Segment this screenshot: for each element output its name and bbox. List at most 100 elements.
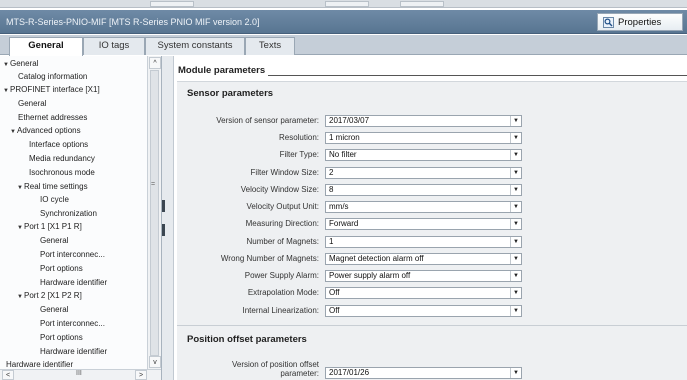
tree-horizontal-scrollbar[interactable]: < III > [0, 369, 161, 380]
tree-item-ethernet-addresses[interactable]: Ethernet addresses [18, 112, 87, 123]
field-label: Resolution: [278, 133, 319, 142]
number-of-magnets-select[interactable]: 1 ▼ [325, 236, 522, 248]
select-value: 2017/03/07 [329, 116, 370, 125]
tab-system-constants[interactable]: System constants [145, 37, 245, 55]
chevron-down-icon[interactable]: ▼ [510, 254, 521, 264]
tree-item-interface-options[interactable]: Interface options [29, 139, 88, 150]
tree-item-port2-options[interactable]: Port options [40, 332, 83, 343]
tree-item-port-1[interactable]: ▼Port 1 [X1 P1 R] [17, 221, 82, 232]
tree-item-media-redundancy[interactable]: Media redundancy [29, 153, 95, 164]
scroll-left-icon[interactable]: < [2, 370, 14, 380]
scrollbar-thumb[interactable] [150, 70, 159, 356]
splitter-handle[interactable] [162, 200, 165, 212]
field-label: Filter Type: [279, 150, 319, 159]
chevron-down-icon[interactable]: ▼ [510, 150, 521, 160]
section-title: Module parameters [178, 65, 266, 76]
resolution-select[interactable]: 1 micron ▼ [325, 132, 522, 144]
tree-item-port2-hardware-identifier[interactable]: Hardware identifier [40, 346, 107, 357]
expand-arrow-icon[interactable]: ▼ [17, 223, 24, 234]
field-label: Power Supply Alarm: [244, 271, 319, 280]
tree-item-real-time-settings[interactable]: ▼Real time settings [17, 181, 88, 192]
tab-strip: General IO tags System constants Texts [0, 35, 687, 56]
scroll-grip-icon: III [76, 370, 82, 377]
measuring-direction-select[interactable]: Forward ▼ [325, 218, 522, 230]
tree-item-general[interactable]: ▼General [3, 58, 38, 69]
extrapolation-mode-select[interactable]: Off ▼ [325, 287, 522, 299]
chevron-down-icon[interactable]: ▼ [510, 168, 521, 178]
tree-item-io-cycle[interactable]: IO cycle [40, 194, 69, 205]
tab-texts[interactable]: Texts [245, 37, 295, 55]
group-title: Position offset parameters [187, 334, 307, 345]
tree-item-port1-general[interactable]: General [40, 235, 68, 246]
panel-splitter[interactable] [162, 56, 174, 380]
tree-item-label: Real time settings [24, 182, 88, 191]
section-divider [268, 75, 687, 76]
tree-item-port1-interconnection[interactable]: Port interconnec... [40, 249, 105, 260]
tree-item-synchronization[interactable]: Synchronization [40, 208, 97, 219]
toolbar-slot [400, 1, 444, 7]
tree-item-port1-options[interactable]: Port options [40, 263, 83, 274]
chevron-down-icon[interactable]: ▼ [510, 288, 521, 298]
internal-linearization-select[interactable]: Off ▼ [325, 305, 522, 317]
select-value: Off [329, 306, 340, 315]
chevron-down-icon[interactable]: ▼ [510, 185, 521, 195]
properties-magnifier-icon [603, 17, 614, 28]
power-supply-alarm-select[interactable]: Power supply alarm off ▼ [325, 270, 522, 282]
tree-item-isochronous-mode[interactable]: Isochronous mode [29, 167, 95, 178]
filter-window-size-select[interactable]: 2 ▼ [325, 167, 522, 179]
filter-type-select[interactable]: No filter ▼ [325, 149, 522, 161]
tree-vertical-scrollbar[interactable]: ^ = v [147, 56, 161, 369]
scroll-grip-icon: = [151, 181, 156, 188]
scroll-down-icon[interactable]: v [149, 356, 161, 368]
tree-item-port2-interconnection[interactable]: Port interconnec... [40, 318, 105, 329]
expand-arrow-icon[interactable]: ▼ [17, 292, 24, 303]
toolbar-slot [325, 1, 369, 7]
tree-item-interface-general[interactable]: General [18, 98, 46, 109]
velocity-output-unit-select[interactable]: mm/s ▼ [325, 201, 522, 213]
chevron-down-icon[interactable]: ▼ [510, 368, 521, 378]
tree-item-label: Port 1 [X1 P1 R] [24, 222, 82, 231]
toolbar-slot [150, 1, 194, 7]
tree-item-port2-general[interactable]: General [40, 304, 68, 315]
splitter-handle[interactable] [162, 224, 165, 236]
expand-arrow-icon[interactable]: ▼ [10, 127, 17, 138]
chevron-down-icon[interactable]: ▼ [510, 306, 521, 316]
chevron-down-icon[interactable]: ▼ [510, 219, 521, 229]
tree-item-advanced-options[interactable]: ▼Advanced options [10, 125, 81, 136]
group-title: Sensor parameters [187, 88, 274, 99]
expand-arrow-icon[interactable]: ▼ [3, 86, 10, 97]
velocity-window-size-select[interactable]: 8 ▼ [325, 184, 522, 196]
expand-arrow-icon[interactable]: ▼ [3, 60, 10, 71]
field-label: Velocity Output Unit: [246, 202, 319, 211]
field-label: Version of position offset parameter: [232, 360, 319, 378]
position-offset-version-select[interactable]: 2017/01/26 ▼ [325, 367, 522, 379]
tab-general[interactable]: General [9, 37, 83, 56]
chevron-down-icon[interactable]: ▼ [510, 237, 521, 247]
field-label-line: Version of position offset [231, 360, 319, 369]
tree-item-port1-hardware-identifier[interactable]: Hardware identifier [40, 277, 107, 288]
tree-item-catalog-information[interactable]: Catalog information [18, 71, 87, 82]
sensor-parameter-version-select[interactable]: 2017/03/07 ▼ [325, 115, 522, 127]
tree-item-port-2[interactable]: ▼Port 2 [X1 P2 R] [17, 290, 82, 301]
chevron-down-icon[interactable]: ▼ [510, 202, 521, 212]
select-value: 1 [329, 237, 334, 246]
scroll-right-icon[interactable]: > [135, 370, 147, 380]
chevron-down-icon[interactable]: ▼ [510, 271, 521, 281]
select-value: Power supply alarm off [329, 271, 411, 280]
tree-item-label: Port 2 [X1 P2 R] [24, 291, 82, 300]
field-label: Filter Window Size: [250, 168, 319, 177]
tab-io-tags[interactable]: IO tags [83, 37, 145, 55]
select-value: Forward [329, 219, 359, 228]
chevron-down-icon[interactable]: ▼ [510, 116, 521, 126]
expand-arrow-icon[interactable]: ▼ [17, 183, 24, 194]
scroll-up-icon[interactable]: ^ [149, 57, 161, 69]
properties-button[interactable]: Properties [597, 13, 683, 31]
properties-label: Properties [618, 17, 662, 28]
field-label: Measuring Direction: [245, 219, 319, 228]
wrong-number-of-magnets-select[interactable]: Magnet detection alarm off ▼ [325, 253, 522, 265]
chevron-down-icon[interactable]: ▼ [510, 133, 521, 143]
field-label: Velocity Window Size: [240, 185, 319, 194]
tree-item-label: General [10, 59, 39, 68]
inspector-title-bar: MTS-R-Series-PNIO-MIF [MTS R-Series PNIO… [0, 10, 687, 34]
tree-item-profinet-interface[interactable]: ▼PROFINET interface [X1] [3, 84, 100, 95]
